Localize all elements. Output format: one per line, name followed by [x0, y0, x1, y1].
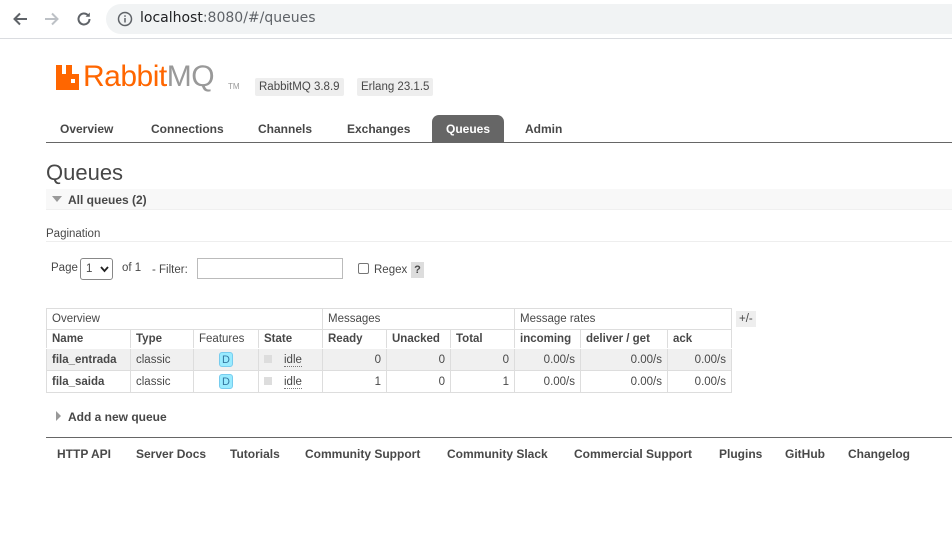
durable-badge: D — [219, 352, 233, 367]
page-title: Queues — [46, 160, 124, 185]
logo-mq: MQ — [166, 60, 215, 93]
regex-label: Regex — [374, 264, 408, 276]
footer-link-plugins[interactable]: Plugins — [719, 447, 762, 461]
tab-overview[interactable]: Overview — [46, 115, 127, 142]
col-incoming[interactable]: incoming — [514, 329, 581, 349]
ready-count: 1 — [322, 370, 387, 393]
add-queue-label: Add a new queue — [68, 410, 167, 424]
logo-rabbit: Rabbit — [83, 60, 167, 93]
toggle-columns-button[interactable]: +/- — [736, 311, 756, 327]
tab-connections[interactable]: Connections — [137, 115, 238, 142]
footer-link-http-api[interactable]: HTTP API — [57, 447, 111, 461]
filter-input[interactable] — [197, 258, 343, 279]
footer-link-changelog[interactable]: Changelog — [848, 447, 910, 461]
queue-type: classic — [130, 348, 194, 371]
rabbitmq-version-badge: RabbitMQ 3.8.9 — [255, 78, 344, 96]
page-count: of 1 — [122, 262, 142, 274]
queue-name-link[interactable]: fila_saida — [46, 370, 131, 393]
table-row: fila_entrada classic D idle 0 0 0 0.00/s… — [46, 348, 732, 371]
footer-link-tutorials[interactable]: Tutorials — [230, 447, 280, 461]
group-messages: Messages — [322, 308, 515, 330]
expand-triangle-icon — [56, 411, 61, 421]
col-type[interactable]: Type — [130, 329, 194, 349]
page-select[interactable]: 1 — [80, 258, 113, 280]
total-count: 0 — [450, 348, 515, 371]
ready-count: 0 — [322, 348, 387, 371]
footer-link-server-docs[interactable]: Server Docs — [136, 447, 206, 461]
queues-table: Overview Messages Message rates Name Typ… — [46, 308, 732, 393]
all-queues-section-toggle[interactable]: All queues (2) — [46, 189, 952, 210]
rabbitmq-logo[interactable]: RabbitMQ TM — [56, 60, 242, 94]
state-label: idle — [284, 353, 302, 367]
incoming-rate: 0.00/s — [514, 370, 581, 393]
collapse-triangle-icon — [52, 196, 62, 202]
footer-link-github[interactable]: GitHub — [785, 447, 825, 461]
footer-links: HTTP API Server Docs Tutorials Community… — [46, 437, 952, 467]
tab-channels[interactable]: Channels — [244, 115, 326, 142]
tab-admin[interactable]: Admin — [511, 115, 576, 142]
col-features[interactable]: Features — [193, 329, 259, 349]
page-select-value: 1 — [86, 263, 93, 275]
col-state[interactable]: State — [258, 329, 323, 349]
footer-link-commercial-support[interactable]: Commercial Support — [574, 447, 692, 461]
durable-badge: D — [219, 374, 233, 389]
col-deliver-get[interactable]: deliver / get — [580, 329, 668, 349]
erlang-version-badge: Erlang 23.1.5 — [357, 78, 434, 96]
footer-link-community-slack[interactable]: Community Slack — [447, 447, 548, 461]
pagination-divider — [46, 241, 952, 242]
group-overview: Overview — [46, 308, 323, 330]
deliver-get-rate: 0.00/s — [580, 348, 668, 371]
browser-toolbar: localhost:8080/#/queues — [0, 0, 952, 39]
queue-state: idle — [258, 348, 323, 371]
address-bar[interactable]: localhost:8080/#/queues — [106, 4, 952, 34]
logo-text: RabbitMQ — [83, 60, 215, 94]
help-button[interactable]: ? — [411, 262, 424, 278]
col-ready[interactable]: Ready — [322, 329, 387, 349]
state-indicator-icon — [264, 355, 272, 364]
section-title: All queues (2) — [68, 193, 147, 207]
col-total[interactable]: Total — [450, 329, 515, 349]
state-label: idle — [284, 375, 302, 389]
chevron-down-icon — [100, 266, 109, 273]
filter-label: - Filter: — [152, 264, 188, 276]
logo-trademark: TM — [228, 82, 240, 91]
unacked-count: 0 — [386, 370, 451, 393]
ack-rate: 0.00/s — [667, 370, 732, 393]
url-host: localhost — [140, 10, 203, 26]
col-ack[interactable]: ack — [667, 329, 732, 349]
unacked-count: 0 — [386, 348, 451, 371]
table-row: fila_saida classic D idle 1 0 1 0.00/s 0… — [46, 370, 732, 393]
url-path: :8080/#/queues — [202, 10, 316, 26]
col-name[interactable]: Name — [46, 329, 131, 349]
ack-rate: 0.00/s — [667, 348, 732, 371]
tab-queues[interactable]: Queues — [432, 115, 505, 142]
forward-arrow-icon[interactable] — [41, 8, 63, 30]
regex-checkbox[interactable] — [358, 263, 369, 274]
pagination-label: Pagination — [46, 228, 101, 240]
site-info-icon[interactable] — [117, 11, 133, 30]
queue-features: D — [193, 348, 259, 371]
rabbit-logo-icon — [56, 65, 79, 90]
group-message-rates: Message rates — [514, 308, 732, 330]
url-text: localhost:8080/#/queues — [140, 10, 316, 26]
tab-exchanges[interactable]: Exchanges — [333, 115, 424, 142]
col-unacked[interactable]: Unacked — [386, 329, 451, 349]
main-tabs: Overview Connections Channels Exchanges … — [46, 115, 952, 143]
queue-state: idle — [258, 370, 323, 393]
deliver-get-rate: 0.00/s — [580, 370, 668, 393]
state-indicator-icon — [264, 377, 272, 386]
queue-type: classic — [130, 370, 194, 393]
incoming-rate: 0.00/s — [514, 348, 581, 371]
reload-icon[interactable] — [73, 8, 95, 30]
queue-name-link[interactable]: fila_entrada — [46, 348, 131, 371]
page-label: Page — [51, 262, 78, 274]
queue-features: D — [193, 370, 259, 393]
footer-link-community-support[interactable]: Community Support — [305, 447, 420, 461]
total-count: 1 — [450, 370, 515, 393]
back-arrow-icon[interactable] — [9, 8, 31, 30]
